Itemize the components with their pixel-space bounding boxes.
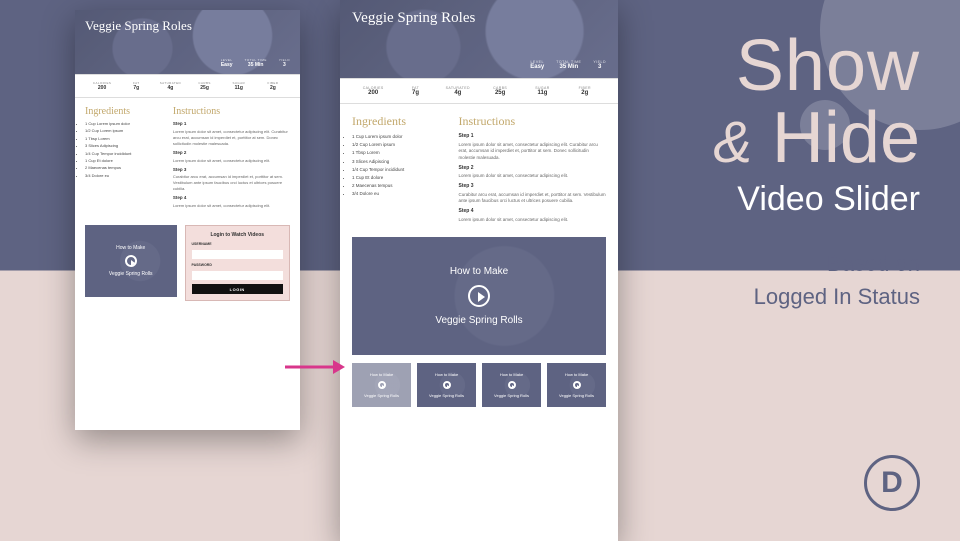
headline-block: Show & Hide Video Slider Based onLogged … (610, 30, 920, 313)
video-eyebrow: How to Make (116, 245, 145, 251)
video-thumb[interactable]: How to MakeVeggie Spring Rolls (352, 363, 411, 407)
instructions-heading: Instructions (173, 106, 290, 117)
play-icon (573, 381, 581, 389)
video-thumb[interactable]: How to MakeVeggie Spring Rolls (482, 363, 541, 407)
arrow-icon (285, 360, 345, 374)
recipe-body: Ingredients 1 Cup Lorem ipsum dolor1/2 C… (75, 98, 300, 217)
password-input[interactable] (192, 271, 284, 280)
password-label: PASSWORD (192, 263, 284, 267)
video-slider-main[interactable]: How to Make Veggie Spring Rolls (352, 237, 606, 355)
recipe-title: Veggie Spring Roles (352, 10, 606, 27)
recipe-meta: LEVELEasy TOTAL TIME35 Min YIELD3 (530, 60, 606, 70)
play-icon (468, 285, 490, 307)
video-teaser[interactable]: How to Make Veggie Spring Rolls (85, 225, 177, 297)
instructions-heading: Instructions (459, 114, 606, 129)
recipe-title: Veggie Spring Roles (85, 18, 290, 34)
recipe-body: Ingredients 1 Cup Lorem ipsum dolor1/2 C… (340, 104, 618, 233)
headline-line2: & Hide (610, 102, 920, 174)
hero: Veggie Spring Roles LEVELEasy TOTAL TIME… (75, 10, 300, 74)
video-title: Veggie Spring Rolls (109, 271, 153, 277)
video-slider-thumbs: How to MakeVeggie Spring Rolls How to Ma… (340, 363, 618, 419)
headline-line3: Video Slider (610, 180, 920, 219)
mock-logged-out: Veggie Spring Roles LEVELEasy TOTAL TIME… (75, 10, 300, 430)
video-title: Veggie Spring Rolls (435, 315, 522, 326)
play-icon (125, 255, 137, 267)
username-label: USERNAME (192, 242, 284, 246)
play-icon (508, 381, 516, 389)
ampersand: & (713, 110, 752, 175)
recipe-meta: LEVELEasy TOTAL TIME35 Min YIELD3 (221, 58, 290, 68)
ingredients-heading: Ingredients (85, 106, 163, 117)
login-button[interactable]: LOGIN (192, 284, 284, 294)
video-thumb[interactable]: How to MakeVeggie Spring Rolls (417, 363, 476, 407)
login-form: Login to Watch Videos USERNAME PASSWORD … (185, 225, 291, 301)
play-icon (443, 381, 451, 389)
username-input[interactable] (192, 250, 284, 259)
login-heading: Login to Watch Videos (192, 232, 284, 238)
hero: Veggie Spring Roles LEVELEasy TOTAL TIME… (340, 0, 618, 78)
instructions-list: Step 1Lorem ipsum dolor sit amet, consec… (459, 133, 606, 223)
ingredients-heading: Ingredients (352, 114, 449, 129)
instructions-list: Step 1Lorem ipsum dolor sit amet, consec… (173, 121, 290, 209)
play-icon (378, 381, 386, 389)
nutrition-row: CALORIES200 FAT7g SATURATED4g CARBS25g S… (340, 78, 618, 104)
headline-sub: Based onLogged In Status (610, 247, 920, 313)
divi-logo: D (864, 455, 920, 511)
ingredients-list: 1 Cup Lorem ipsum dolor1/2 Cup Lorem ips… (352, 133, 449, 198)
video-thumb[interactable]: How to MakeVeggie Spring Rolls (547, 363, 606, 407)
video-eyebrow: How to Make (450, 266, 508, 277)
mock-logged-in: Veggie Spring Roles LEVELEasy TOTAL TIME… (340, 0, 618, 541)
headline-line1: Show (610, 30, 920, 102)
nutrition-row: CALORIES200 FAT7g SATURATED4g CARBS25g S… (75, 74, 300, 98)
ingredients-list: 1 Cup Lorem ipsum dolor1/2 Cup Lorem ips… (85, 121, 163, 179)
